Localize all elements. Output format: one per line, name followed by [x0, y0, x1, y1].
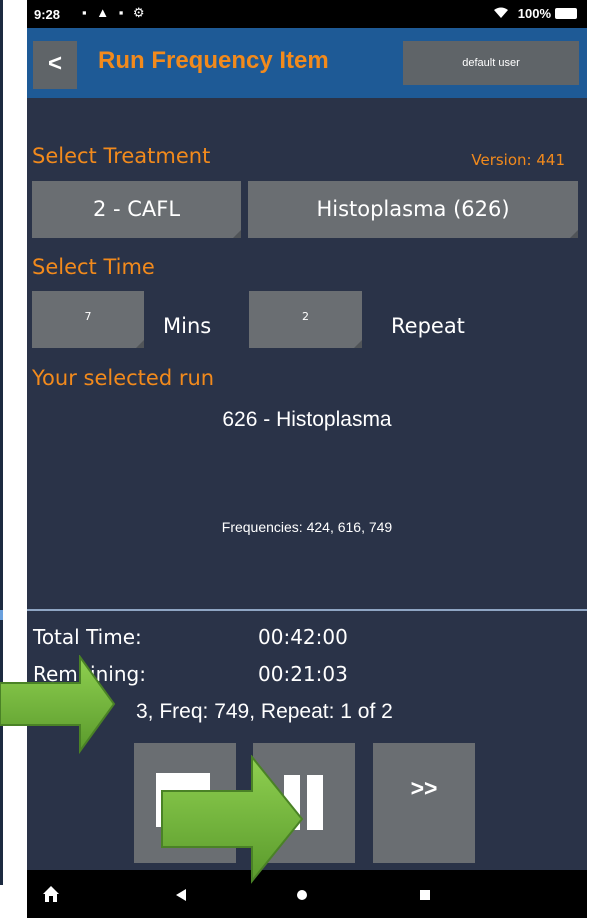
total-time-value: 00:42:00	[258, 625, 348, 649]
status-time: 9:28	[34, 7, 61, 22]
item-select-button[interactable]: Histoplasma (626)	[248, 181, 578, 238]
battery-level: 100%	[517, 6, 551, 21]
mins-label: Mins	[163, 314, 212, 338]
back-button[interactable]: <	[33, 41, 77, 89]
status-bar: 9:28 ▪ ▲ ▪ ⚙ 100%	[27, 0, 587, 28]
run-status: 3, Freq: 749, Repeat: 1 of 2	[136, 700, 393, 723]
wifi-icon	[493, 6, 518, 21]
version-label: Version: 441	[471, 151, 565, 169]
total-time-label: Total Time:	[33, 625, 142, 649]
notification-icons: ▪ ▲ ▪ ⚙	[82, 5, 148, 20]
program-select-button[interactable]: 2 - CAFL	[32, 181, 241, 238]
nav-recents-icon[interactable]	[419, 889, 431, 901]
select-time-heading: Select Time	[32, 255, 155, 279]
remaining-value: 00:21:03	[258, 662, 348, 686]
home-icon[interactable]	[42, 885, 60, 903]
app-bar: < Run Frequency Item default user	[27, 28, 587, 98]
outer-frame-left	[0, 0, 30, 918]
repeat-label: Repeat	[391, 314, 465, 338]
annotation-arrow-left	[0, 655, 116, 755]
frequencies-list: Frequencies: 424, 616, 749	[221, 519, 393, 535]
status-right: 100%	[493, 6, 577, 21]
nav-home-icon[interactable]	[296, 889, 308, 901]
user-button[interactable]: default user	[403, 41, 579, 85]
next-button[interactable]: >>	[373, 743, 475, 863]
nav-back-icon[interactable]	[175, 889, 187, 901]
mins-input[interactable]: 7	[32, 291, 144, 348]
annotation-arrow-bottom	[161, 755, 304, 884]
page-title: Run Frequency Item	[98, 47, 329, 74]
selected-run-heading: Your selected run	[32, 366, 215, 390]
selected-run-name: 626 - Histoplasma	[222, 408, 392, 431]
battery-icon	[555, 8, 577, 19]
repeat-input[interactable]: 2	[249, 291, 362, 348]
divider	[27, 609, 587, 611]
select-treatment-heading: Select Treatment	[32, 144, 211, 168]
